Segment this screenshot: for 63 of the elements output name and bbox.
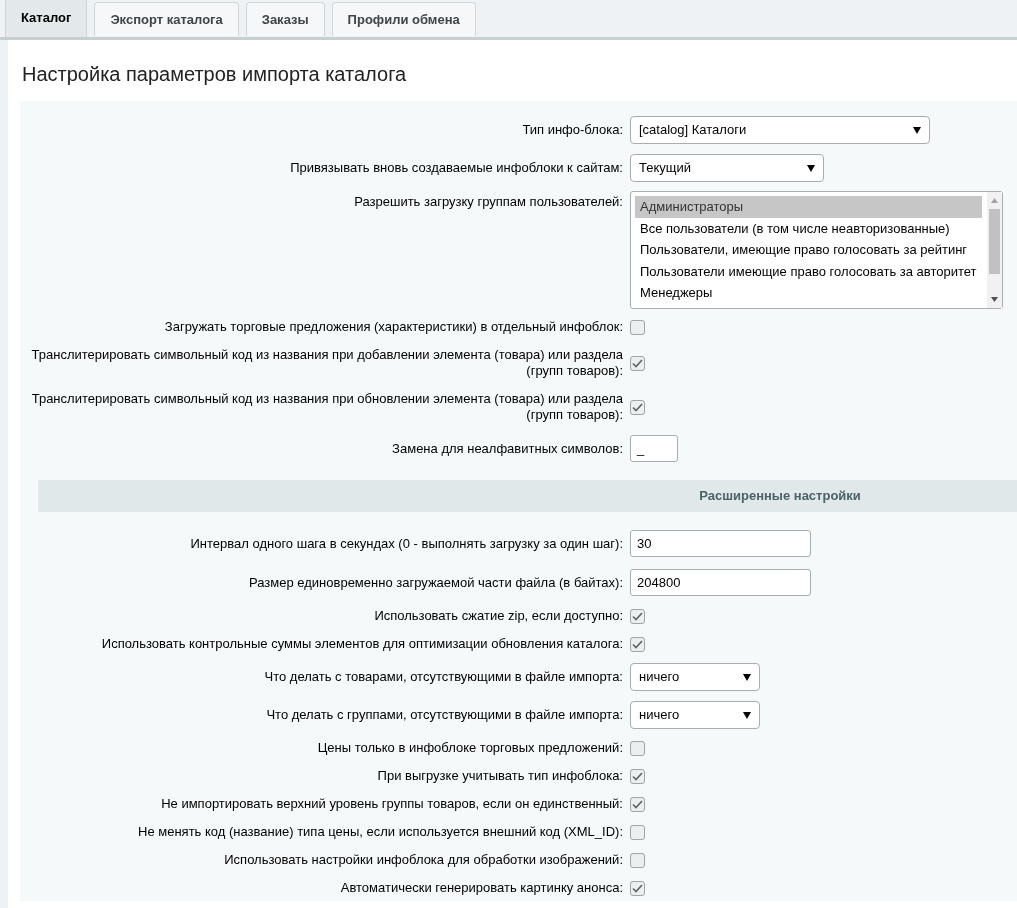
dropdown[interactable]: ничего <box>630 701 760 729</box>
check-icon <box>632 611 643 621</box>
dropdown[interactable]: [catalog] Каталоги <box>630 116 930 144</box>
scrollbar[interactable] <box>986 192 1002 308</box>
checkbox[interactable] <box>630 768 645 784</box>
field-label: Загружать торговые предложения (характеристики) в отдельный инфоблок: <box>164 319 623 335</box>
check-icon <box>632 799 643 809</box>
field-label: Тип инфо-блока: <box>522 122 623 138</box>
check-icon <box>632 402 643 412</box>
field-label: При выгрузке учитывать тип инфоблока: <box>377 768 623 784</box>
tab[interactable]: Профили обмена <box>331 2 476 36</box>
check-icon <box>632 771 643 781</box>
section-title: Расширенные настройки <box>698 487 862 506</box>
field-label: Не менять код (название) типа цены, если используется внешний код (XML_ID): <box>138 824 623 840</box>
input-field[interactable]: 204800 <box>630 569 811 596</box>
checkbox[interactable] <box>630 852 645 868</box>
checkbox[interactable] <box>630 608 645 624</box>
checkbox[interactable] <box>630 824 645 840</box>
scroll-down-icon[interactable] <box>990 297 998 302</box>
check-icon <box>632 639 643 649</box>
field-label: Использовать сжатие zip, если доступно: <box>374 608 623 624</box>
checkbox[interactable] <box>630 319 645 335</box>
caret-icon <box>743 673 751 681</box>
caret-icon <box>807 164 815 172</box>
list-option[interactable]: Администраторы <box>635 196 982 218</box>
tab[interactable]: Экспорт каталога <box>94 2 239 36</box>
list-option[interactable]: Пользователи имеющие право голосовать за авторитет <box>635 260 982 283</box>
check-icon <box>632 883 643 893</box>
page-title: Настройка параметров импорта каталога <box>22 62 408 87</box>
field-label: Что делать с группами, отсутствующими в файле импорта: <box>266 707 623 723</box>
checkbox[interactable] <box>630 880 645 896</box>
field-label: Привязывать вновь создаваемые инфоблоки к сайтам: <box>290 160 623 176</box>
list-option[interactable]: Все пользователи (в том числе неавторизованные) <box>635 217 982 240</box>
tab[interactable]: Заказы <box>245 2 325 36</box>
dropdown[interactable]: Текущий <box>630 154 824 182</box>
field-label: Транслитерировать символьный код из названия при добавлении элемента (товара) или раздела (групп товаров): <box>30 347 623 379</box>
tab[interactable]: Каталог <box>5 0 88 37</box>
field-label: Что делать с товарами, отсутствующими в файле импорта: <box>264 669 623 685</box>
field-label: Цены только в инфоблоке торговых предложений: <box>317 740 623 756</box>
field-label: Интервал одного шага в секундах (0 - выполнять загрузку за один шаг): <box>190 535 623 552</box>
field-label: Автоматически генерировать картинку анонса: <box>340 880 623 896</box>
checkbox[interactable] <box>630 740 645 756</box>
checkbox[interactable] <box>630 636 645 652</box>
field-label: Замена для неалфавитных символов: <box>392 440 623 457</box>
list-option[interactable]: Менеджеры <box>635 282 982 304</box>
checkbox[interactable] <box>630 355 645 371</box>
field-label: Не импортировать верхний уровень группы товаров, если он единственный: <box>161 796 623 812</box>
check-icon <box>632 358 643 368</box>
dropdown[interactable]: ничего <box>630 663 760 691</box>
field-label: Использовать контрольные суммы элементов для оптимизации обновления каталога: <box>101 636 623 652</box>
list-option[interactable]: Пользователи, имеющие право голосовать за рейтинг <box>635 239 982 261</box>
checkbox[interactable] <box>630 796 645 812</box>
input-field[interactable]: 30 <box>630 530 811 557</box>
field-label: Разрешить загрузку группам пользователей: <box>354 194 623 210</box>
checkbox[interactable] <box>630 399 645 415</box>
list-box[interactable]: Администраторы Все пользователи (в том числе неавторизованные) Пользователи, имеющие право голосовать за рейтинг Пользователи имеющие право голосовать за авторитет Менеджеры <box>630 191 1003 309</box>
field-label: Использовать настройки инфоблока для обработки изображений: <box>224 852 623 868</box>
scroll-thumb[interactable] <box>988 209 1000 274</box>
field-label: Размер единовременно загружаемой части файла (в байтах): <box>249 574 623 591</box>
input-field[interactable]: _ <box>630 435 678 462</box>
caret-icon <box>743 711 751 719</box>
caret-icon <box>913 126 921 134</box>
field-label: Транслитерировать символьный код из названия при обновлении элемента (товара) или раздела (групп товаров): <box>30 391 623 423</box>
